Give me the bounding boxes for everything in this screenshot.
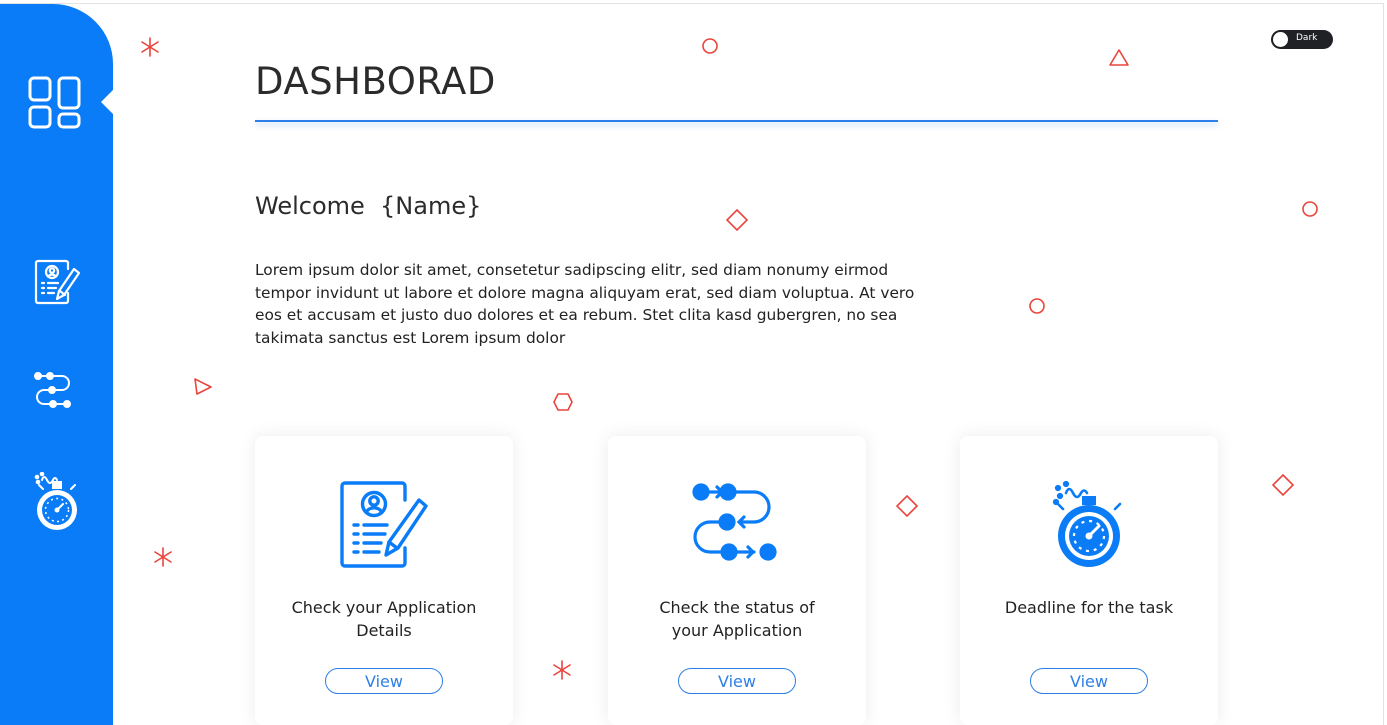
view-deadline-button[interactable]: View (1030, 668, 1148, 694)
status-flow-icon[interactable] (34, 371, 74, 411)
sidebar (0, 4, 113, 725)
decorative-circle (702, 38, 718, 54)
decorative-diamond (725, 208, 749, 232)
welcome-heading: Welcome {Name} (255, 192, 482, 220)
decorative-diamond (1271, 473, 1295, 497)
dashboard-grid-icon[interactable] (28, 76, 82, 130)
decorative-diamond (895, 494, 919, 518)
window-top-border (0, 3, 1384, 4)
decorative-star (154, 547, 172, 567)
stopwatch-icon (1052, 480, 1122, 567)
dashboard-page: Dark DASHBORAD Welcome {Name} Lorem ipsu… (0, 0, 1387, 725)
application-document-icon[interactable] (34, 259, 82, 307)
decorative-circle (1302, 201, 1318, 217)
card-application-details: Check your Application Details View (255, 436, 513, 725)
card-description: Deadline for the task (1004, 598, 1174, 617)
view-application-status-button[interactable]: View (678, 668, 796, 694)
decorative-triangle (1109, 49, 1129, 66)
card-description: Check your Application Details (291, 598, 477, 640)
sidebar-active-indicator (101, 90, 113, 114)
welcome-paragraph: Lorem ipsum dolor sit amet, consetetur s… (255, 261, 915, 347)
page-title: DASHBORAD (255, 60, 496, 103)
title-underline (255, 120, 1218, 122)
decorative-triangle (194, 378, 212, 395)
toggle-knob (1273, 32, 1288, 47)
decorative-star (553, 660, 571, 680)
window-right-border (1383, 3, 1384, 725)
stopwatch-icon[interactable] (34, 472, 80, 534)
card-deadline: Deadline for the task View (960, 436, 1218, 725)
toggle-label: Dark (1296, 33, 1318, 43)
decorative-circle (1029, 298, 1045, 314)
status-flow-icon (692, 483, 777, 561)
decorative-hexagon (553, 393, 573, 411)
decorative-star (141, 37, 159, 57)
card-description: Check the status of your Application (659, 598, 815, 640)
view-application-details-button[interactable]: View (325, 668, 443, 694)
dark-mode-toggle[interactable]: Dark (1271, 30, 1333, 49)
application-document-icon (340, 481, 428, 568)
card-application-status: Check the status of your Application Vie… (608, 436, 866, 725)
